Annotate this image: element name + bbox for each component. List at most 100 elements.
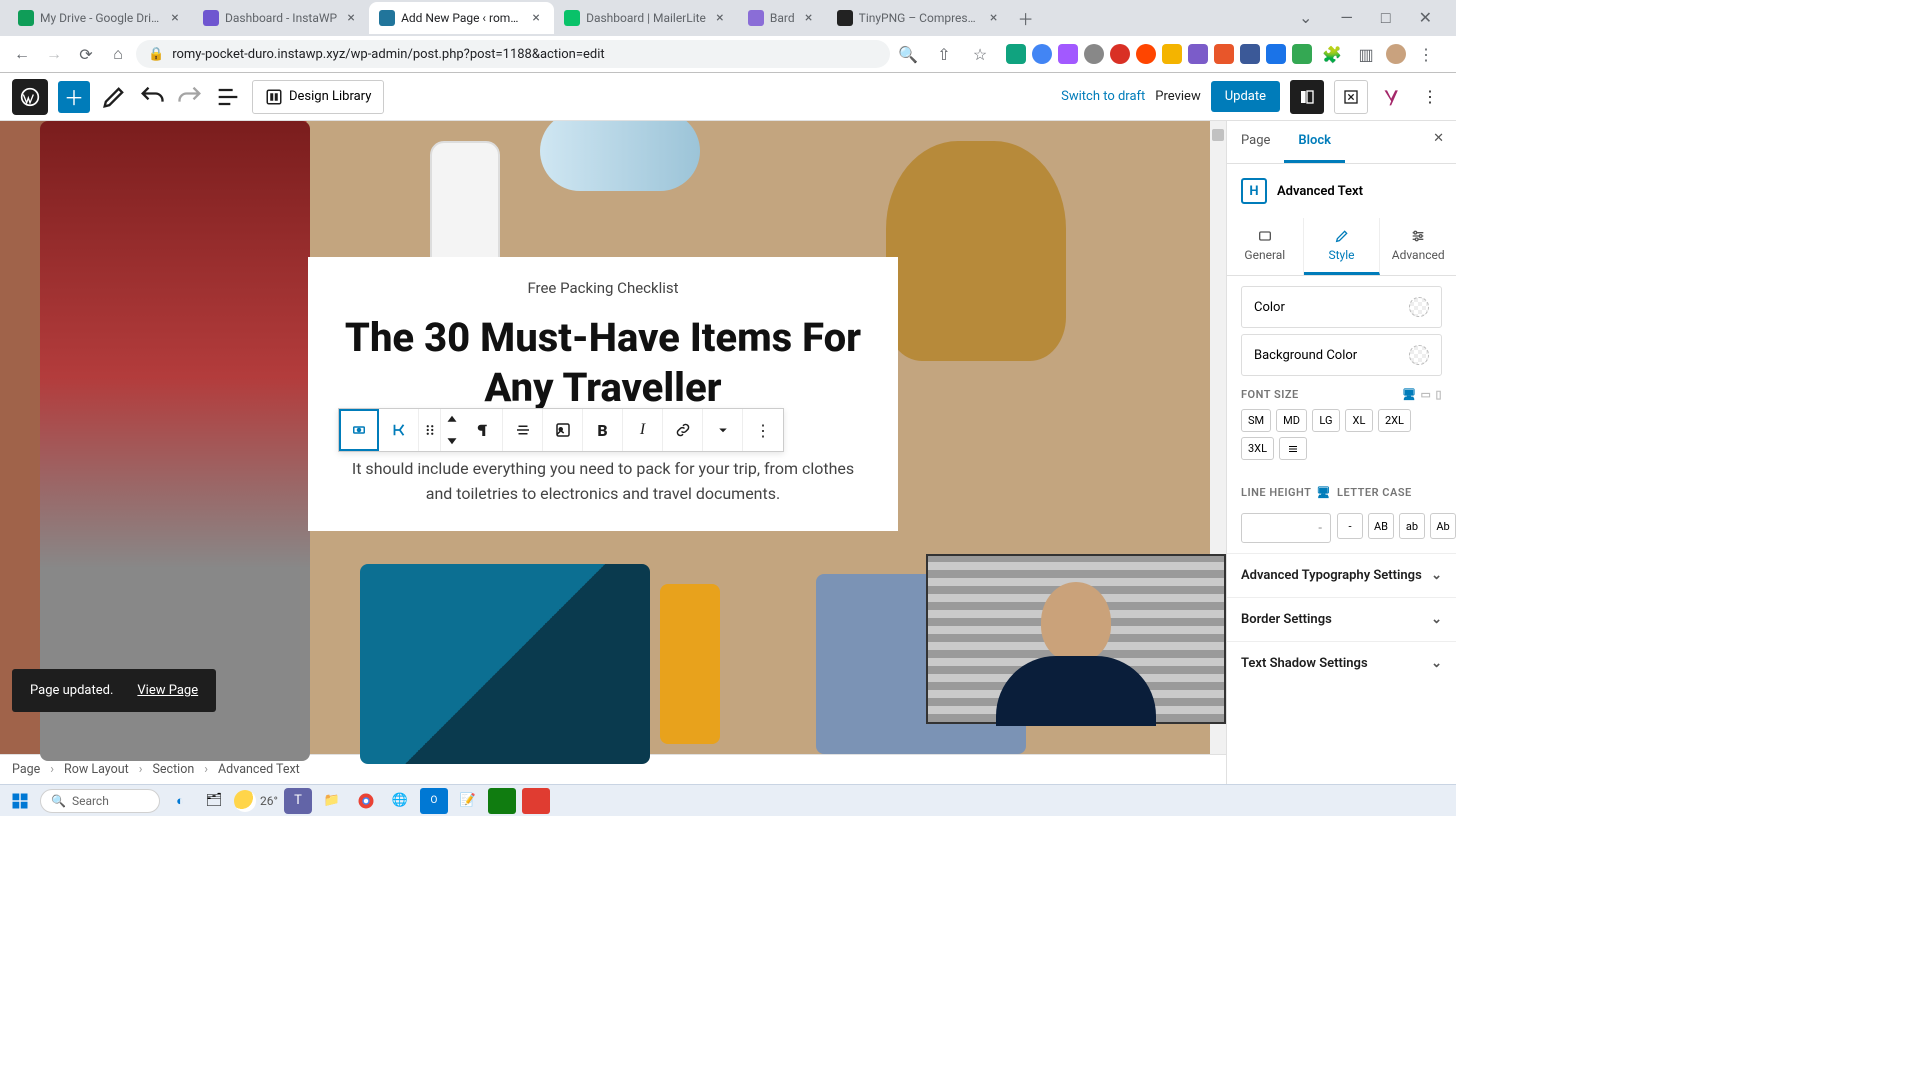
- zoom-icon[interactable]: 🔍: [894, 40, 922, 68]
- minimize-button[interactable]: —: [1332, 4, 1361, 32]
- tab-instawp[interactable]: Dashboard - InstaWP ×: [193, 2, 369, 34]
- reload-button[interactable]: ⟳: [72, 40, 100, 68]
- accordion-shadow[interactable]: Text Shadow Settings ⌄: [1227, 641, 1456, 685]
- outlook-icon[interactable]: O: [420, 788, 448, 814]
- options-menu[interactable]: ⋮: [1416, 83, 1444, 111]
- color-swatch[interactable]: [1409, 345, 1429, 365]
- tab-tinypng[interactable]: TinyPNG – Compress WebP, PNG ×: [827, 2, 1012, 34]
- desktop-icon[interactable]: 🖥: [1317, 486, 1331, 499]
- close-icon[interactable]: ×: [528, 10, 544, 26]
- wordpress-logo[interactable]: [12, 79, 48, 115]
- close-icon[interactable]: ×: [801, 10, 817, 26]
- start-button[interactable]: [6, 788, 34, 814]
- teams-icon[interactable]: T: [284, 788, 312, 814]
- background-color-row[interactable]: Background Color: [1241, 334, 1442, 376]
- tablet-icon[interactable]: ▭: [1421, 388, 1432, 401]
- maximize-button[interactable]: □: [1373, 4, 1399, 32]
- extensions-icon[interactable]: 🧩: [1318, 40, 1346, 68]
- subtab-style[interactable]: Style: [1304, 218, 1381, 275]
- share-icon[interactable]: ⇧: [930, 40, 958, 68]
- size-lg[interactable]: LG: [1312, 409, 1340, 432]
- snackbar-action[interactable]: View Page: [137, 683, 198, 698]
- ext-icon[interactable]: [1214, 44, 1234, 64]
- content-card[interactable]: Free Packing Checklist The 30 Must-Have …: [308, 257, 898, 531]
- update-button[interactable]: Update: [1211, 81, 1280, 112]
- subtab-general[interactable]: General: [1227, 218, 1304, 275]
- app-icon[interactable]: [488, 788, 516, 814]
- close-button[interactable]: ✕: [1411, 4, 1440, 32]
- case-capitalize[interactable]: Ab: [1430, 513, 1456, 539]
- more-formatting-dropdown[interactable]: [703, 409, 743, 451]
- link-button[interactable]: [663, 409, 703, 451]
- ext-icon[interactable]: [1006, 44, 1026, 64]
- bold-button[interactable]: B: [583, 409, 623, 451]
- add-block-button[interactable]: ＋: [58, 81, 90, 113]
- select-parent-button[interactable]: [339, 409, 379, 451]
- breadcrumb-item[interactable]: Row Layout: [64, 762, 129, 777]
- redo-button[interactable]: [176, 83, 204, 111]
- switch-to-draft-button[interactable]: Switch to draft: [1061, 89, 1145, 104]
- yoast-icon[interactable]: [1378, 83, 1406, 111]
- ext-icon[interactable]: [1240, 44, 1260, 64]
- scroll-up-arrow[interactable]: [1212, 129, 1224, 141]
- new-tab-button[interactable]: ＋: [1012, 4, 1040, 32]
- tab-block[interactable]: Block: [1284, 121, 1345, 163]
- ext-icon[interactable]: [1136, 44, 1156, 64]
- list-view-button[interactable]: [214, 83, 242, 111]
- home-button[interactable]: ⌂: [104, 40, 132, 68]
- taskbar-search[interactable]: 🔍 Search: [40, 789, 160, 813]
- menu-icon[interactable]: ⋮: [1412, 40, 1440, 68]
- tab-bard[interactable]: Bard ×: [738, 2, 827, 34]
- breadcrumb-item[interactable]: Advanced Text: [218, 762, 300, 777]
- ext-icon[interactable]: [1162, 44, 1182, 64]
- case-lower[interactable]: ab: [1399, 513, 1425, 539]
- paragraph-icon[interactable]: [463, 409, 503, 451]
- more-options-button[interactable]: ⋮: [743, 409, 783, 451]
- ext-icon[interactable]: [1292, 44, 1312, 64]
- camtasia-icon[interactable]: [522, 788, 550, 814]
- ext-icon[interactable]: [1058, 44, 1078, 64]
- eyebrow-text[interactable]: Free Packing Checklist: [338, 279, 868, 297]
- drag-handle[interactable]: [419, 409, 441, 451]
- case-upper[interactable]: AB: [1368, 513, 1394, 539]
- tab-drive[interactable]: My Drive - Google Drive ×: [8, 2, 193, 34]
- preview-button[interactable]: Preview: [1155, 89, 1200, 104]
- edit-icon[interactable]: [100, 83, 128, 111]
- close-inspector-button[interactable]: ✕: [1421, 121, 1456, 163]
- close-icon[interactable]: ×: [167, 10, 183, 26]
- tab-wordpress[interactable]: Add New Page ‹ romy-pocket-d ×: [369, 2, 554, 34]
- url-input[interactable]: 🔒 romy-pocket-duro.instawp.xyz/wp-admin/…: [136, 40, 890, 68]
- weather-widget[interactable]: 26°: [234, 790, 278, 812]
- color-swatch[interactable]: [1409, 297, 1429, 317]
- align-button[interactable]: [503, 409, 543, 451]
- folder-icon[interactable]: 📁: [318, 788, 346, 814]
- block-type-button[interactable]: [379, 409, 419, 451]
- ext-icon[interactable]: [1032, 44, 1052, 64]
- line-height-input[interactable]: -: [1241, 513, 1331, 543]
- edge-icon[interactable]: 🌐: [386, 788, 414, 814]
- canvas[interactable]: Free Packing Checklist The 30 Must-Have …: [0, 121, 1226, 784]
- bookmark-icon[interactable]: ☆: [966, 40, 994, 68]
- notepad-icon[interactable]: 📝: [454, 788, 482, 814]
- back-button[interactable]: ←: [8, 40, 36, 68]
- size-xl[interactable]: XL: [1345, 409, 1373, 432]
- tab-page[interactable]: Page: [1227, 121, 1284, 163]
- ext-icon[interactable]: [1266, 44, 1286, 64]
- close-icon[interactable]: ×: [712, 10, 728, 26]
- tab-mailerlite[interactable]: Dashboard | MailerLite ×: [554, 2, 738, 34]
- chrome-icon[interactable]: [352, 788, 380, 814]
- subtab-advanced[interactable]: Advanced: [1380, 218, 1456, 275]
- accordion-typography[interactable]: Advanced Typography Settings ⌄: [1227, 553, 1456, 597]
- breadcrumb-item[interactable]: Section: [153, 762, 195, 777]
- italic-button[interactable]: I: [623, 409, 663, 451]
- design-library-button[interactable]: Design Library: [252, 80, 384, 114]
- copilot-icon[interactable]: ◐: [166, 788, 194, 814]
- chevron-down-icon[interactable]: ⌄: [1291, 4, 1320, 32]
- size-sm[interactable]: SM: [1241, 409, 1271, 432]
- side-panel-icon[interactable]: ▥: [1352, 40, 1380, 68]
- avatar[interactable]: [1386, 44, 1406, 64]
- text-color-row[interactable]: Color: [1241, 286, 1442, 328]
- accordion-border[interactable]: Border Settings ⌄: [1227, 597, 1456, 641]
- image-style-button[interactable]: [543, 409, 583, 451]
- body-text[interactable]: It should include everything you need to…: [338, 457, 868, 507]
